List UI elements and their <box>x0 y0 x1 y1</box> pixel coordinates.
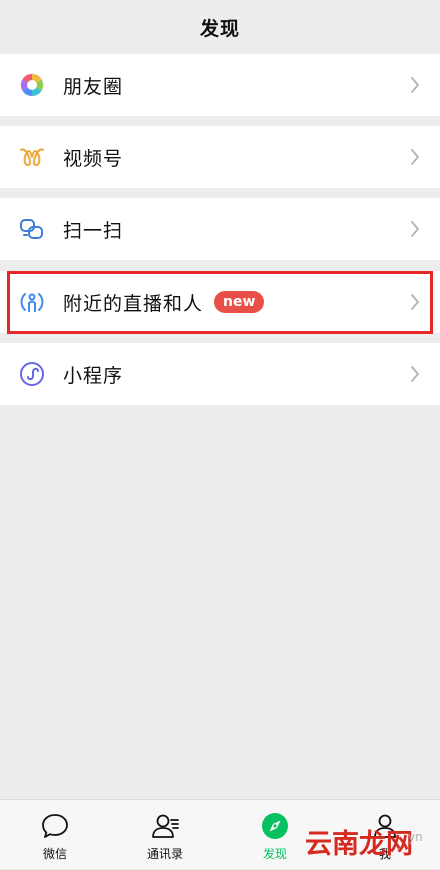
watermark-suffix: yn <box>408 830 423 844</box>
header: 发现 <box>0 0 440 54</box>
chevron-right-icon <box>408 146 422 168</box>
menu-item-nearby-live[interactable]: 附近的直播和人 new <box>0 271 440 333</box>
scan-icon <box>18 215 46 243</box>
menu-item-moments[interactable]: 朋友圈 <box>0 54 440 116</box>
menu-item-mini-programs[interactable]: 小程序 <box>0 343 440 405</box>
nearby-live-icon <box>18 288 46 316</box>
chevron-right-icon <box>408 74 422 96</box>
channels-icon <box>18 143 46 171</box>
menu-item-scan[interactable]: 扫一扫 <box>0 198 440 260</box>
moments-icon <box>18 71 46 99</box>
chevron-right-icon <box>408 363 422 385</box>
tab-label: 通讯录 <box>146 847 183 861</box>
chevron-right-icon <box>408 218 422 240</box>
tab-contacts[interactable]: 通讯录 <box>110 800 220 870</box>
menu-item-channels[interactable]: 视频号 <box>0 126 440 188</box>
chevron-right-icon <box>408 291 422 313</box>
menu-item-label: 附近的直播和人 <box>63 292 204 315</box>
menu-item-label: 朋友圈 <box>63 75 124 98</box>
tab-chats[interactable]: 微信 <box>0 800 110 870</box>
contacts-icon <box>150 811 180 841</box>
new-badge: new <box>214 291 265 313</box>
watermark: 云南龙网 <box>305 829 413 860</box>
menu-item-label: 小程序 <box>63 364 124 387</box>
chat-icon <box>40 811 70 841</box>
tab-label: 微信 <box>42 847 67 861</box>
menu-item-label: 扫一扫 <box>63 219 124 242</box>
discover-icon <box>260 811 290 841</box>
menu-item-label: 视频号 <box>63 147 124 170</box>
mini-program-icon <box>18 360 46 388</box>
page-title: 发现 <box>199 17 240 40</box>
